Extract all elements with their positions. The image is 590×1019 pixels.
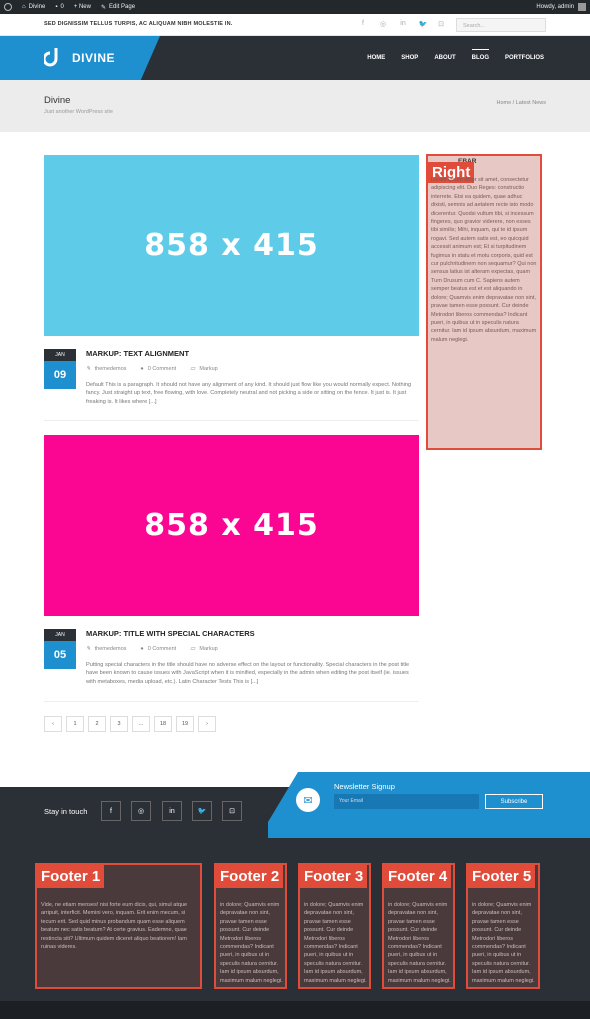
prev-page-button[interactable]: ‹ (44, 716, 62, 732)
logo-text[interactable]: DIVINE (72, 51, 115, 65)
nav-home[interactable]: HOME (359, 55, 393, 61)
post-title[interactable]: MARKUP: TEXT ALIGNMENT (86, 349, 189, 358)
author-icon: ✎ (86, 646, 91, 652)
post-excerpt: Default This is a paragraph. It should n… (86, 382, 412, 405)
facebook-icon[interactable]: f (358, 20, 368, 27)
post-image[interactable]: 858 x 415 (44, 435, 419, 616)
footer-widget-5: Footer 5 in dolore; Quamvis enim deprava… (466, 863, 540, 989)
new-content-link[interactable]: + New (74, 4, 91, 10)
author-icon: ✎ (86, 366, 91, 372)
post-month: JAN (44, 349, 76, 361)
account-menu[interactable]: Howdy, admin (536, 3, 586, 11)
category-icon: ▭ (190, 366, 196, 372)
post-author[interactable]: ✎ themedemos (86, 366, 126, 372)
pagination: ‹ 1 2 3 ... 18 19 › (44, 716, 216, 732)
comment-icon: ▪ (55, 4, 58, 10)
footer-label: Footer 3 (300, 865, 368, 888)
avatar (578, 3, 586, 11)
post-title[interactable]: MARKUP: TITLE WITH SPECIAL CHARACTERS (86, 629, 255, 638)
category-icon: ▭ (190, 646, 196, 652)
post-comments[interactable]: ● 0 Comment (140, 366, 176, 372)
comment-icon: ● (140, 646, 144, 652)
post-excerpt: Putting special characters in the title … (86, 662, 410, 685)
post-month: JAN (44, 629, 76, 641)
page-title-bar: Divine Just another WordPress site Home … (0, 80, 590, 132)
post-meta: ✎ themedemos ● 0 Comment ▭ Markup (86, 646, 218, 652)
site-name-link[interactable]: ⌂ Divine (22, 4, 45, 10)
stay-in-touch-label: Stay in touch (44, 807, 88, 816)
post-day: 05 (44, 641, 76, 669)
edit-page-link[interactable]: ✎ Edit Page (101, 4, 135, 11)
footer-text: in dolore; Quamvis enim depravatae non s… (304, 902, 367, 984)
footer-text: Vide, ne etiam menses! nisi forte eum di… (41, 902, 188, 951)
rss-icon[interactable]: ⊡ (222, 801, 242, 821)
rss-icon[interactable]: ⊡ (436, 20, 446, 28)
footer-widget-1: Footer 1 Vide, ne etiam menses! nisi for… (35, 863, 202, 989)
email-field[interactable]: Your Email (334, 794, 479, 809)
footer-bottom-bar (0, 1001, 590, 1019)
post-date: JAN 09 (44, 349, 76, 389)
sidebar-text: Lorem ipsum dolor sit amet, consectetur … (431, 177, 537, 343)
wordpress-logo-icon[interactable] (4, 3, 12, 11)
page-button[interactable]: 19 (176, 716, 194, 732)
right-sidebar: EBAR Right Lorem ipsum dolor sit amet, c… (426, 154, 542, 450)
comments-link[interactable]: ▪ 0 (55, 4, 63, 10)
twitter-icon[interactable]: 🐦 (192, 801, 212, 821)
page-ellipsis: ... (132, 716, 150, 732)
page-button[interactable]: 18 (154, 716, 172, 732)
linkedin-icon[interactable]: in (398, 20, 408, 27)
footer-label: Footer 2 (216, 865, 284, 888)
page-subtitle: Just another WordPress site (44, 109, 113, 115)
nav-shop[interactable]: SHOP (393, 55, 426, 61)
dribbble-icon[interactable]: ◎ (378, 20, 388, 28)
post-author[interactable]: ✎ themedemos (86, 646, 126, 652)
post-day: 09 (44, 361, 76, 389)
post-image[interactable]: 858 x 415 (44, 155, 419, 336)
post-comments[interactable]: ● 0 Comment (140, 646, 176, 652)
facebook-icon[interactable]: f (101, 801, 121, 821)
search-input[interactable]: Search... (456, 18, 546, 32)
home-icon: ⌂ (22, 4, 26, 10)
logo-icon[interactable] (44, 48, 62, 68)
footer-label: Footer 1 (37, 865, 105, 888)
nav-blog[interactable]: BLOG (464, 49, 497, 61)
page-title: Divine (44, 95, 71, 106)
nav-portfolios[interactable]: PORTFOLIOS (497, 55, 552, 61)
footer-widget-2: Footer 2 in dolore; Quamvis enim deprava… (214, 863, 287, 989)
linkedin-icon[interactable]: in (162, 801, 182, 821)
nav-about[interactable]: ABOUT (426, 55, 463, 61)
site-header: DIVINE HOME SHOP ABOUT BLOG PORTFOLIOS (0, 36, 590, 80)
newsletter-box: ✉ Newsletter Signup Your Email Subscribe (268, 772, 590, 838)
footer-text: in dolore; Quamvis enim depravatae non s… (220, 902, 283, 984)
admin-bar: ⌂ Divine ▪ 0 + New ✎ Edit Page Howdy, admin (0, 0, 590, 14)
post-category[interactable]: ▭ Markup (190, 366, 218, 372)
comment-icon: ● (140, 366, 144, 372)
footer-widget-4: Footer 4 in dolore; Quamvis enim deprava… (382, 863, 455, 989)
mail-icon: ✉ (296, 788, 320, 812)
footer-label: Footer 5 (468, 865, 536, 888)
footer-text: in dolore; Quamvis enim depravatae non s… (472, 902, 535, 984)
post-divider (44, 701, 419, 702)
top-bar: SED DIGNISSIM TELLUS TURPIS, AC ALIQUAM … (0, 14, 590, 36)
post-date: JAN 05 (44, 629, 76, 669)
post-category[interactable]: ▭ Markup (190, 646, 218, 652)
twitter-icon[interactable]: 🐦 (418, 20, 428, 28)
breadcrumb[interactable]: Home / Latest News (496, 100, 546, 106)
main-nav: HOME SHOP ABOUT BLOG PORTFOLIOS (359, 36, 552, 80)
dribbble-icon[interactable]: ◎ (131, 801, 151, 821)
footer-widget-3: Footer 3 in dolore; Quamvis enim deprava… (298, 863, 371, 989)
page-button[interactable]: 3 (110, 716, 128, 732)
footer-text: in dolore; Quamvis enim depravatae non s… (388, 902, 451, 984)
footer-label: Footer 4 (384, 865, 452, 888)
post-meta: ✎ themedemos ● 0 Comment ▭ Markup (86, 366, 218, 372)
next-page-button[interactable]: › (198, 716, 216, 732)
post-divider (44, 420, 419, 421)
page-button[interactable]: 2 (88, 716, 106, 732)
edit-icon: ✎ (100, 4, 107, 11)
newsletter-title: Newsletter Signup (334, 782, 395, 791)
page-button[interactable]: 1 (66, 716, 84, 732)
site-tagline: SED DIGNISSIM TELLUS TURPIS, AC ALIQUAM … (44, 21, 233, 27)
subscribe-button[interactable]: Subscribe (485, 794, 543, 809)
